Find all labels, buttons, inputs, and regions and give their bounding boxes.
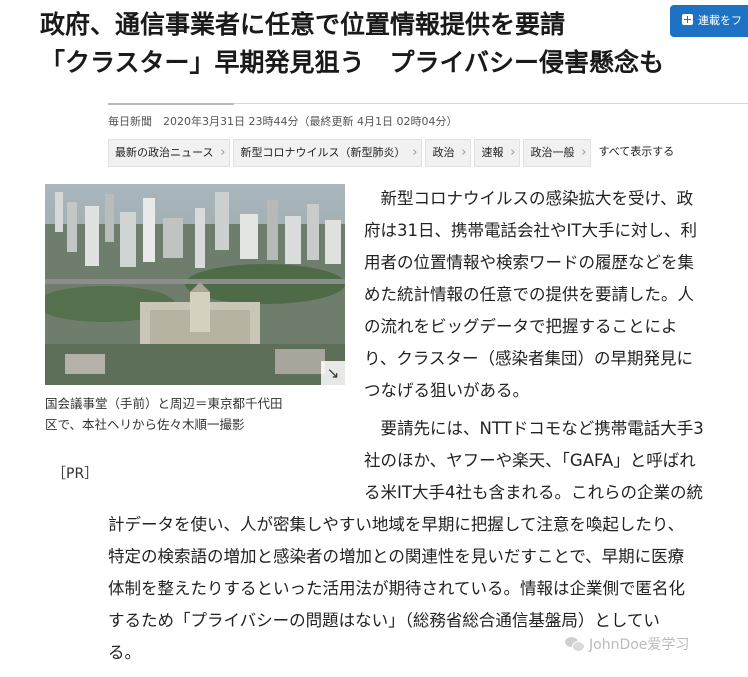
tag-label: 最新の政治ニュース bbox=[115, 146, 214, 159]
text-line: 要請先には、NTTドコモなど携帯電話大手3 bbox=[364, 419, 704, 438]
text-line: するため「プライバシーの問題はない」（総務省総合通信基盤局）としてい bbox=[108, 611, 660, 630]
tag-latest-politics[interactable]: 最新の政治ニュース › bbox=[108, 139, 231, 167]
tag-politics-general[interactable]: 政治一般 › bbox=[523, 139, 592, 167]
expand-arrow-icon[interactable]: ↘ bbox=[321, 361, 345, 385]
tag-label: 政治 bbox=[432, 146, 455, 159]
text-line: の流れをビッグデータで把握することによ bbox=[364, 317, 678, 336]
chevron-right-icon: › bbox=[581, 145, 587, 160]
text-line: 社のほか、ヤフーや楽天、「GAFA」と呼ばれ bbox=[364, 451, 696, 470]
headline-line-1: 政府、通信事業者に任意で位置情報提供を要請 bbox=[40, 10, 566, 39]
plus-in-box-icon bbox=[682, 14, 693, 25]
wechat-icon bbox=[565, 637, 585, 652]
text-line: 計データを使い、人が密集しやすい地域を早期に把握して注意を喚起したり、 bbox=[108, 515, 685, 534]
article-paragraph-1: 新型コロナウイルスの感染拡大を受け、政 府は31日、携帯電話会社やIT大手に対し… bbox=[364, 183, 744, 407]
text-line: 新型コロナウイルスの感染拡大を受け、政 bbox=[364, 189, 694, 208]
topic-tag-list: 最新の政治ニュース › 新型コロナウイルス（新型肺炎） › 政治 › 速報 › 政治一般 › すべて… bbox=[108, 139, 678, 167]
text-line: 府は31日、携帯電話会社やIT大手に対し、利 bbox=[364, 221, 697, 240]
caption-line-1: 国会議事堂（手前）と周辺＝東京都千代田 bbox=[45, 396, 283, 411]
tag-label: 速報 bbox=[481, 146, 504, 159]
article-headline: 政府、通信事業者に任意で位置情報提供を要請 「クラスター」早期発見狙う プライバ… bbox=[40, 6, 665, 82]
aerial-city-photo bbox=[45, 184, 345, 385]
follow-series-button[interactable]: 連載をフ bbox=[670, 5, 748, 37]
headline-line-2: 「クラスター」早期発見狙う プライバシー侵害懸念も bbox=[40, 48, 665, 77]
pr-label: ［PR］ bbox=[52, 466, 99, 482]
text-line: つなげる狙いがある。 bbox=[364, 381, 529, 400]
follow-series-label: 連載をフ bbox=[698, 14, 742, 27]
watermark-text: JohnDoe爱学习 bbox=[589, 637, 690, 653]
tag-label: 新型コロナウイルス（新型肺炎） bbox=[240, 146, 406, 159]
caption-line-2: 区で、本社ヘリから佐々木順一撮影 bbox=[45, 417, 245, 432]
article-meta: 毎日新聞 2020年3月31日 23時44分（最終更新 4月1日 02時04分） bbox=[108, 115, 458, 128]
tag-coronavirus[interactable]: 新型コロナウイルス（新型肺炎） › bbox=[233, 139, 423, 167]
show-all-tags-link[interactable]: すべて表示する bbox=[594, 139, 678, 165]
chevron-right-icon: › bbox=[412, 145, 418, 160]
tag-label: 政治一般 bbox=[530, 146, 575, 159]
tag-breaking[interactable]: 速報 › bbox=[474, 139, 521, 167]
meta-divider-accent bbox=[108, 103, 234, 105]
text-line: る米IT大手4社も含まれる。これらの企業の統 bbox=[364, 483, 703, 502]
tag-politics[interactable]: 政治 › bbox=[425, 139, 472, 167]
text-line: 用者の位置情報や検索ワードの履歴などを集 bbox=[364, 253, 694, 272]
photo-caption: 国会議事堂（手前）と周辺＝東京都千代田 区で、本社ヘリから佐々木順一撮影 bbox=[45, 393, 335, 435]
text-line: めた統計情報の任意での提供を要請した。人 bbox=[364, 285, 694, 304]
watermark: JohnDoe爱学习 bbox=[565, 634, 689, 654]
text-line: 特定の検索語の増加と感染者の増加との関連性を見いだすことで、早期に医療 bbox=[108, 547, 685, 566]
chevron-right-icon: › bbox=[461, 145, 467, 160]
article-paragraph-2: 要請先には、NTTドコモなど携帯電話大手3 社のほか、ヤフーや楽天、「GAFA」… bbox=[364, 413, 744, 509]
article-photo[interactable]: ↘ bbox=[45, 184, 345, 385]
text-line: り、クラスター（感染者集団）の早期発見に bbox=[364, 349, 694, 368]
text-line: 体制を整えたりするといった活用法が期待されている。情報は企業側で匿名化 bbox=[108, 579, 686, 598]
chevron-right-icon: › bbox=[220, 145, 226, 160]
chevron-right-icon: › bbox=[510, 145, 516, 160]
